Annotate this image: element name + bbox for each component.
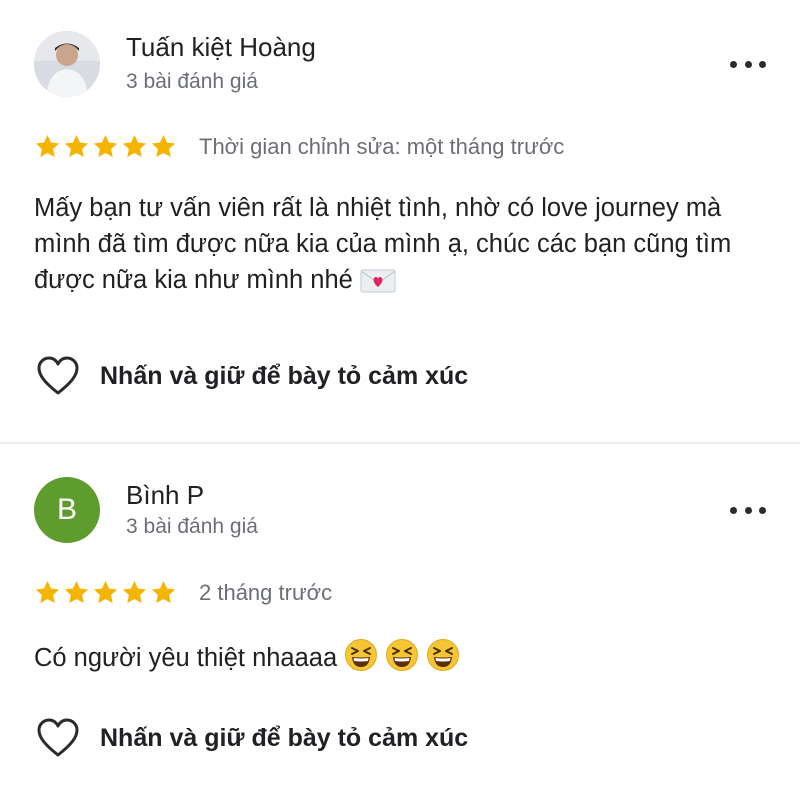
reviewer-name[interactable]: Tuấn kiệt Hoàng [126,32,316,63]
more-options-icon[interactable] [730,54,766,74]
star-icon [64,581,89,603]
star-icon [35,135,60,157]
heart-icon [37,356,79,395]
star-icon [122,581,147,603]
reviewer-review-count: 3 bài đánh giá [126,70,258,93]
rating-row: Thời gian chỉnh sửa: một tháng trước [34,133,564,160]
star-icon [122,135,147,157]
react-button[interactable]: Nhấn và giữ để bày tỏ cảm xúc [36,718,468,758]
review-card: B Bình P 3 bài đánh giá 2 tháng trước Có… [0,444,800,800]
reviewer-photo [34,31,100,97]
review-text-container: Mấy bạn tư vấn viên rất là nhiệt tình, n… [34,190,774,304]
rating-row: 2 tháng trước [34,579,332,606]
react-label: Nhấn và giữ để bày tỏ cảm xúc [100,361,469,390]
reviewer-avatar[interactable]: B [34,477,100,543]
review-text-container: Có người yêu thiệt nhaaaa [34,638,774,682]
more-options-icon[interactable] [730,500,766,520]
reviewer-avatar[interactable] [34,31,100,97]
star-icon [151,135,176,157]
star-icon [35,581,60,603]
love-letter-icon [360,268,396,304]
reviewer-review-count: 3 bài đánh giá [126,515,258,538]
star-rating [34,133,177,160]
star-icon [64,135,89,157]
star-rating [34,579,177,606]
grinning-squinting-face-icon [385,638,419,682]
reviewer-name[interactable]: Bình P [126,480,204,511]
react-button[interactable]: Nhấn và giữ để bày tỏ cảm xúc [36,356,468,396]
review-card: Tuấn kiệt Hoàng 3 bài đánh giá Thời gian… [0,0,800,442]
star-icon [93,581,118,603]
grinning-squinting-face-icon [426,638,460,682]
star-icon [151,581,176,603]
avatar-letter: B [56,493,77,526]
heart-icon [37,718,79,757]
review-text: Có người yêu thiệt nhaaaa [34,644,338,672]
react-label: Nhấn và giữ để bày tỏ cảm xúc [100,723,469,752]
review-time: Thời gian chỉnh sửa: một tháng trước [199,133,565,159]
review-time: 2 tháng trước [199,579,333,605]
grinning-squinting-face-icon [344,638,378,682]
star-icon [93,135,118,157]
